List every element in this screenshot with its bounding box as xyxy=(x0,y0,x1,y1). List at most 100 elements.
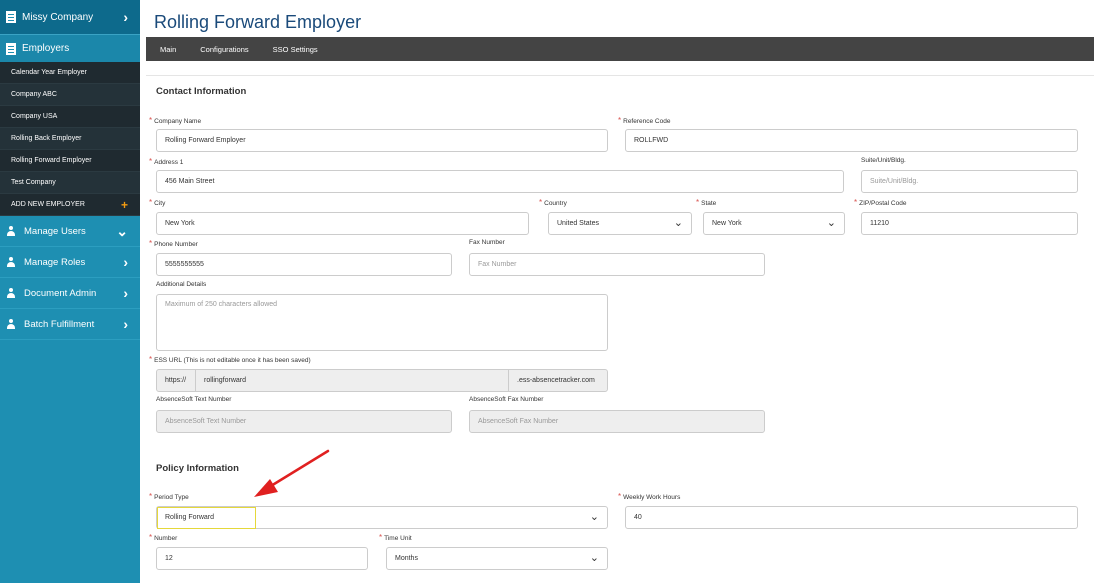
main-content: Rolling Forward Employer Main Configurat… xyxy=(146,0,1094,583)
employer-label: ADD NEW EMPLOYER xyxy=(11,201,85,208)
details-textarea[interactable]: Maximum of 250 characters allowed xyxy=(156,294,608,351)
required-marker: * xyxy=(539,198,543,207)
details-label: Additional Details xyxy=(156,281,207,288)
user-icon xyxy=(6,288,16,298)
label-text: City xyxy=(154,200,166,207)
tab-bar: Main Configurations SSO Settings xyxy=(146,37,1094,61)
chevron-down-icon: ⌄ xyxy=(116,222,128,239)
time-unit-label: * Time Unit xyxy=(379,533,412,542)
phone-input[interactable]: 5555555555 xyxy=(156,253,452,276)
number-label: * Number xyxy=(149,533,177,542)
employer-item[interactable]: Rolling Forward Employer xyxy=(0,150,140,172)
employer-label: Company USA xyxy=(11,113,58,120)
required-marker: * xyxy=(149,355,153,364)
reference-code-input[interactable]: ROLLFWD xyxy=(625,129,1078,152)
sidebar-item-label: Manage Users xyxy=(24,225,86,237)
employer-label: Calendar Year Employer xyxy=(11,69,87,76)
sidebar-item-manage-users[interactable]: Manage Users ⌄ xyxy=(0,216,140,247)
employer-item[interactable]: Rolling Back Employer xyxy=(0,128,140,150)
state-select[interactable]: New York xyxy=(703,212,845,235)
country-select[interactable]: United States xyxy=(548,212,692,235)
employer-list: Calendar Year Employer Company ABC Compa… xyxy=(0,62,140,216)
tab-configurations[interactable]: Configurations xyxy=(200,45,248,54)
label-text: Country xyxy=(544,200,567,207)
ess-url-input: rollingforward xyxy=(195,369,509,392)
suite-input[interactable]: Suite/Unit/Bldg. xyxy=(861,170,1078,193)
add-new-employer-button[interactable]: ADD NEW EMPLOYER + xyxy=(0,194,140,216)
sidebar-item-document-admin[interactable]: Document Admin › xyxy=(0,278,140,309)
user-icon xyxy=(6,257,16,267)
sidebar-item-label: Document Admin xyxy=(24,287,97,299)
form-panel: Contact Information * Company Name Rollin… xyxy=(146,75,1094,583)
number-input[interactable]: 12 xyxy=(156,547,368,570)
policy-heading: Policy Information xyxy=(156,463,239,474)
address1-input[interactable]: 456 Main Street xyxy=(156,170,844,193)
employer-item[interactable]: Company USA xyxy=(0,106,140,128)
as-text-input: AbsenceSoft Text Number xyxy=(156,410,452,433)
sidebar-item-employers[interactable]: Employers xyxy=(0,34,140,62)
tab-main[interactable]: Main xyxy=(160,45,176,54)
city-label: * City xyxy=(149,198,165,207)
employer-label: Test Company xyxy=(11,179,56,186)
fax-input[interactable]: Fax Number xyxy=(469,253,765,276)
required-marker: * xyxy=(149,116,153,125)
users-icon xyxy=(6,226,16,236)
as-fax-label: AbsenceSoft Fax Number xyxy=(469,396,544,403)
employer-item[interactable]: Calendar Year Employer xyxy=(0,62,140,84)
label-text: Period Type xyxy=(154,494,189,501)
reference-code-label: * Reference Code xyxy=(618,116,670,125)
chevron-right-icon: › xyxy=(123,285,128,301)
employer-item[interactable]: Company ABC xyxy=(0,84,140,106)
suite-label: Suite/Unit/Bldg. xyxy=(861,157,906,164)
required-marker: * xyxy=(379,533,383,542)
label-text: Time Unit xyxy=(384,535,412,542)
employer-label: Rolling Back Employer xyxy=(11,135,82,142)
sidebar-item-label: Batch Fulfillment xyxy=(24,318,95,330)
required-marker: * xyxy=(149,198,153,207)
label-text: Number xyxy=(154,535,178,542)
required-marker: * xyxy=(149,157,153,166)
company-name: Missy Company xyxy=(22,11,94,23)
sidebar-item-manage-roles[interactable]: Manage Roles › xyxy=(0,247,140,278)
as-text-label: AbsenceSoft Text Number xyxy=(156,396,232,403)
time-unit-select[interactable]: Months xyxy=(386,547,608,570)
label-text: Phone Number xyxy=(154,241,198,248)
required-marker: * xyxy=(696,198,700,207)
sidebar-item-label: Manage Roles xyxy=(24,256,86,268)
company-name-input[interactable]: Rolling Forward Employer xyxy=(156,129,608,152)
fax-label: Fax Number xyxy=(469,239,505,246)
tab-sso-settings[interactable]: SSO Settings xyxy=(273,45,318,54)
country-label: * Country xyxy=(539,198,567,207)
zip-input[interactable]: 11210 xyxy=(861,212,1078,235)
sidebar: Missy Company › Employers Calendar Year … xyxy=(0,0,140,583)
required-marker: * xyxy=(149,492,153,501)
employer-item[interactable]: Test Company xyxy=(0,172,140,194)
chevron-right-icon: › xyxy=(123,254,128,270)
building-icon xyxy=(6,11,16,23)
city-input[interactable]: New York xyxy=(156,212,529,235)
sidebar-company[interactable]: Missy Company › xyxy=(0,0,140,34)
required-marker: * xyxy=(149,533,153,542)
plus-icon: + xyxy=(120,197,128,212)
state-label: * State xyxy=(696,198,716,207)
weekly-hours-input[interactable]: 40 xyxy=(625,506,1078,529)
chevron-right-icon: › xyxy=(123,316,128,332)
zip-label: * ZIP/Postal Code xyxy=(854,198,906,207)
label-text: Weekly Work Hours xyxy=(623,494,681,501)
ess-url-prefix: https:// xyxy=(156,369,196,392)
as-fax-input: AbsenceSoft Fax Number xyxy=(469,410,765,433)
label-text: State xyxy=(701,200,717,207)
highlight-box xyxy=(157,507,256,529)
chevron-right-icon: › xyxy=(123,9,128,25)
label-text: Company Name xyxy=(154,118,202,125)
required-marker: * xyxy=(618,116,622,125)
sidebar-item-batch-fulfillment[interactable]: Batch Fulfillment › xyxy=(0,309,140,340)
required-marker: * xyxy=(618,492,622,501)
company-name-label: * Company Name xyxy=(149,116,201,125)
employer-label: Company ABC xyxy=(11,91,57,98)
page-title: Rolling Forward Employer xyxy=(154,12,362,32)
employer-label: Rolling Forward Employer xyxy=(11,157,92,164)
contact-heading: Contact Information xyxy=(156,86,247,97)
period-type-label: * Period Type xyxy=(149,492,189,501)
ess-url-suffix: .ess-absencetracker.com xyxy=(508,369,608,392)
